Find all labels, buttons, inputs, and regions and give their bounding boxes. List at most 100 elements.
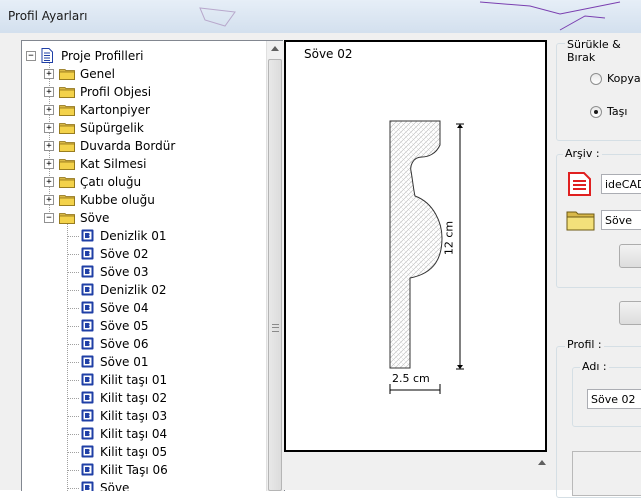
tree-folder-label: Duvarda Bordür <box>80 139 176 153</box>
profile-item-icon <box>81 337 94 350</box>
tree-root[interactable]: − Proje Profilleri <box>22 47 266 65</box>
folder-icon <box>59 123 75 134</box>
tree-folder-item[interactable]: + Profil Objesi <box>22 83 266 101</box>
tree-folder-label: Süpürgelik <box>80 121 144 135</box>
move-radio[interactable]: Taşı <box>590 104 641 120</box>
tree-folder-label: Kartonpiyer <box>80 103 150 117</box>
tree-connector <box>67 254 79 255</box>
preview-scrollbar[interactable] <box>536 453 548 490</box>
folder-icon <box>59 213 75 224</box>
tree-profile-item[interactable]: Kilit taşı 01 <box>22 371 266 389</box>
expand-toggle[interactable]: + <box>44 87 54 97</box>
profile-drawing <box>389 120 464 394</box>
tree-profile-label: Kilit taşı 01 <box>100 373 168 387</box>
width-dimension <box>389 384 441 394</box>
tree-profile-item[interactable]: Söve 05 <box>22 317 266 335</box>
scroll-up-arrow-icon[interactable] <box>271 46 279 51</box>
profile-item-icon <box>81 445 94 458</box>
folder-icon <box>59 141 75 152</box>
expand-toggle[interactable]: + <box>44 195 54 205</box>
profile-preview: Söve 02 12 cm 2.5 cm <box>284 40 547 452</box>
tree-content: − Proje Profilleri + Genel + Profil Objesi +… <box>22 41 266 491</box>
tree-profile-label: Söve 04 <box>100 301 149 315</box>
collapse-toggle[interactable]: − <box>44 213 54 223</box>
tree-profile-label: Denizlik 01 <box>100 229 167 243</box>
tree-connector <box>67 452 79 453</box>
tree-folder-label: Genel <box>80 67 116 81</box>
move-radio-button[interactable] <box>590 106 602 118</box>
profile-extra-box <box>572 451 641 496</box>
tree-folder-item[interactable]: + Genel <box>22 65 266 83</box>
tree-profile-label: Söve 06 <box>100 337 149 351</box>
collapse-toggle[interactable]: − <box>26 51 36 61</box>
tree-folder-item[interactable]: + Kat Silmesi <box>22 155 266 173</box>
tree-profile-label: Söve <box>100 481 130 491</box>
expand-toggle[interactable]: + <box>44 141 54 151</box>
tree-profile-label: Söve 01 <box>100 355 149 369</box>
height-dimension <box>456 123 464 370</box>
preview-panel: Söve 02 12 cm 2.5 cm <box>283 40 548 490</box>
tree-folder-item[interactable]: + Duvarda Bordür <box>22 137 266 155</box>
profile-item-icon <box>81 427 94 440</box>
profile-item-icon <box>81 463 94 476</box>
drag-drop-label: Sürükle & Bırak <box>565 38 641 64</box>
tree-connector <box>67 434 79 435</box>
folder-icon <box>59 177 75 188</box>
profile-name-label: Adı : <box>580 360 609 373</box>
folder-icon <box>59 105 75 116</box>
profile-item-icon <box>81 229 94 242</box>
archive-action-button[interactable] <box>619 244 641 268</box>
archive-folder-field[interactable]: Söve <box>601 210 641 230</box>
tree-profile-item[interactable]: Kilit taşı 02 <box>22 389 266 407</box>
tree-connector <box>67 416 79 417</box>
scroll-up-arrow-icon[interactable] <box>538 460 546 465</box>
profile-item-icon <box>81 247 94 260</box>
tree-profile-label: Söve 03 <box>100 265 149 279</box>
tree-folder-item[interactable]: + Çatı oluğu <box>22 173 266 191</box>
copy-radio[interactable]: Kopya <box>590 71 641 87</box>
tree-folder-label: Çatı oluğu <box>80 175 142 189</box>
expand-toggle[interactable]: + <box>44 177 54 187</box>
tree-profile-label: Kilit taşı 03 <box>100 409 168 423</box>
profile-shape <box>389 120 443 369</box>
tree-connector <box>67 362 79 363</box>
profile-tree[interactable]: − Proje Profilleri + Genel + Profil Objesi +… <box>21 40 285 491</box>
tree-profile-item[interactable]: Söve 03 <box>22 263 266 281</box>
tree-folder-item[interactable]: + Kubbe oluğu <box>22 191 266 209</box>
expand-toggle[interactable]: + <box>44 123 54 133</box>
expand-toggle[interactable]: + <box>44 159 54 169</box>
tree-profile-item[interactable]: Kilit taşı 03 <box>22 407 266 425</box>
scroll-thumb[interactable] <box>268 59 282 491</box>
tree-connector <box>67 470 79 471</box>
tree-folder-item[interactable]: − Söve <box>22 209 266 227</box>
scroll-grip-icon <box>272 324 279 332</box>
tree-profile-item[interactable]: Söve 01 <box>22 353 266 371</box>
tree-profile-item[interactable]: Kilit taşı 05 <box>22 443 266 461</box>
tree-profile-item[interactable]: Kilit taşı 04 <box>22 425 266 443</box>
copy-radio-label: Kopya <box>607 72 641 85</box>
tree-folder-item[interactable]: + Süpürgelik <box>22 119 266 137</box>
tree-profile-item[interactable]: Söve <box>22 479 266 491</box>
copy-radio-button[interactable] <box>590 73 602 85</box>
folder-icon[interactable] <box>566 209 596 231</box>
tree-profile-item[interactable]: Söve 04 <box>22 299 266 317</box>
tree-root-label: Proje Profilleri <box>61 49 144 63</box>
tree-profile-label: Söve 05 <box>100 319 149 333</box>
tree-connector <box>67 488 79 489</box>
tree-vertical-scrollbar[interactable] <box>266 41 284 491</box>
expand-toggle[interactable]: + <box>44 105 54 115</box>
profile-name-field[interactable]: Söve 02 <box>587 389 641 409</box>
apply-button[interactable] <box>619 301 641 325</box>
tree-profile-item[interactable]: Denizlik 01 <box>22 227 266 245</box>
tree-profile-item[interactable]: Söve 06 <box>22 335 266 353</box>
tree-folder-item[interactable]: + Kartonpiyer <box>22 101 266 119</box>
tree-folder-label: Kubbe oluğu <box>80 193 155 207</box>
pdf-file-icon[interactable] <box>567 172 593 196</box>
expand-toggle[interactable]: + <box>44 69 54 79</box>
tree-profile-item[interactable]: Kilit Taşı 06 <box>22 461 266 479</box>
tree-profile-item[interactable]: Söve 02 <box>22 245 266 263</box>
tree-folder-label: Profil Objesi <box>80 85 152 99</box>
archive-file-field[interactable]: ideCAD <box>601 174 641 194</box>
folder-icon <box>59 69 75 80</box>
tree-profile-item[interactable]: Denizlik 02 <box>22 281 266 299</box>
